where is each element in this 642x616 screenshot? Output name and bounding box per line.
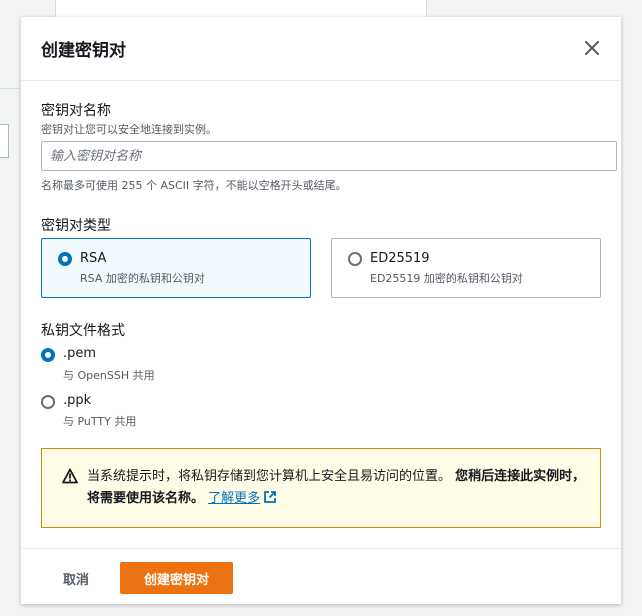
radio-ppk[interactable]	[41, 395, 55, 409]
radio-ed25519[interactable]	[348, 252, 362, 266]
key-type-tile-ed25519[interactable]: ED25519 ED25519 加密的私钥和公钥对	[331, 238, 601, 298]
key-type-tile-rsa[interactable]: RSA RSA 加密的私钥和公钥对	[41, 238, 311, 298]
tile-title-ed25519: ED25519	[370, 251, 430, 266]
option-title-pem[interactable]: .pem	[63, 346, 96, 361]
name-field-label: 密钥对名称	[41, 103, 111, 119]
tile-title-rsa: RSA	[80, 251, 107, 266]
create-key-pair-button[interactable]: 创建密钥对	[120, 562, 233, 594]
cancel-button[interactable]: 取消	[51, 563, 101, 594]
radio-rsa[interactable]	[58, 252, 72, 266]
background-input	[0, 124, 9, 158]
option-title-ppk[interactable]: .ppk	[63, 393, 91, 408]
radio-pem[interactable]	[41, 348, 55, 362]
modal-header: 创建密钥对	[21, 17, 621, 81]
name-field-description: 密钥对让您可以安全地连接到实例。	[41, 123, 217, 136]
tile-desc-rsa: RSA 加密的私钥和公钥对	[80, 272, 205, 285]
name-field-constraint: 名称最多可使用 255 个 ASCII 字符，不能以空格开头或结尾。	[41, 179, 347, 192]
close-button[interactable]	[583, 39, 601, 57]
key-pair-name-input[interactable]	[41, 141, 617, 171]
alert-text: 当系统提示时，将私钥存储到您计算机上安全且易访问的位置。 您稍后连接此实例时，将…	[87, 466, 587, 510]
key-type-label: 密钥对类型	[41, 218, 111, 234]
modal-title: 创建密钥对	[41, 41, 126, 61]
alert-text-main: 当系统提示时，将私钥存储到您计算机上安全且易访问的位置。	[87, 469, 452, 484]
warning-icon	[62, 468, 78, 484]
background-divider	[0, 88, 20, 89]
option-desc-ppk: 与 PuTTY 共用	[63, 415, 137, 428]
file-format-label: 私钥文件格式	[41, 323, 125, 339]
tile-desc-ed25519: ED25519 加密的私钥和公钥对	[370, 272, 523, 285]
warning-alert: 当系统提示时，将私钥存储到您计算机上安全且易访问的位置。 您稍后连接此实例时，将…	[41, 448, 601, 528]
close-icon	[585, 41, 599, 55]
option-desc-pem: 与 OpenSSH 共用	[63, 369, 155, 382]
modal-footer: 取消 创建密钥对	[21, 548, 621, 605]
learn-more-label[interactable]: 了解更多	[208, 491, 260, 506]
external-link-icon[interactable]	[263, 490, 277, 504]
learn-more-link[interactable]: 了解更多	[208, 491, 277, 506]
create-key-pair-modal: 创建密钥对 密钥对名称 密钥对让您可以安全地连接到实例。 名称最多可使用 255…	[21, 17, 621, 604]
